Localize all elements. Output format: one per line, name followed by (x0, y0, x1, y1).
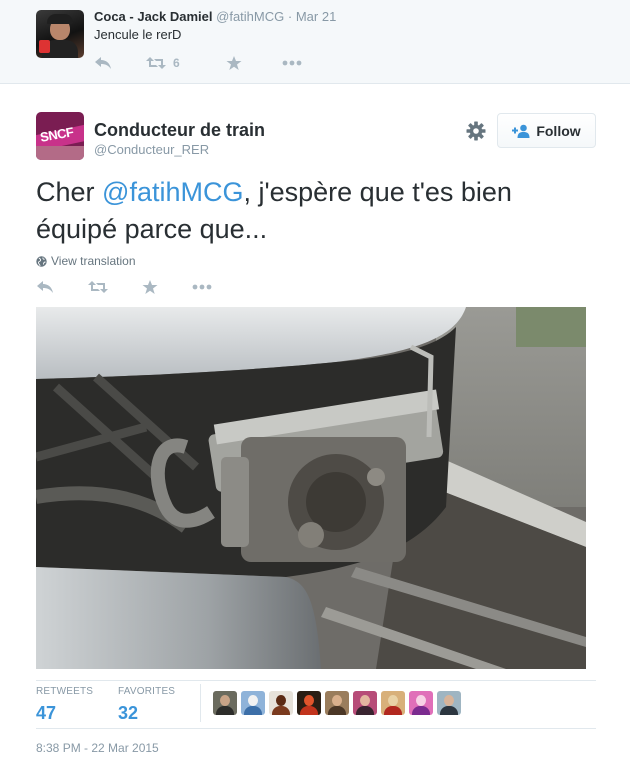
tweet-author-handle[interactable]: @Conducteur_RER (94, 142, 209, 157)
favoriter-avatar[interactable] (241, 691, 265, 715)
context-favorite-button[interactable] (226, 55, 282, 71)
more-icon (282, 60, 302, 66)
retweet-icon (146, 57, 166, 69)
gear-icon[interactable] (466, 121, 486, 141)
context-tweet-text: Jencule le rerD (94, 27, 182, 42)
favoriter-avatar[interactable] (381, 691, 405, 715)
follow-person-icon (512, 124, 530, 138)
stats-separator (200, 684, 201, 722)
stats-divider-top (36, 680, 596, 681)
favoriter-avatars (213, 691, 461, 715)
reply-icon (37, 281, 53, 293)
favorite-button[interactable] (142, 279, 192, 295)
context-reply-button[interactable] (94, 56, 146, 70)
tweet-timestamp[interactable]: 8:38 PM - 22 Mar 2015 (36, 741, 159, 755)
context-retweet-count: 6 (173, 56, 180, 70)
context-avatar[interactable] (36, 10, 84, 58)
context-header: Coca - Jack Damiel @fatihMCG · Mar 21 (94, 9, 336, 24)
retweets-stat[interactable]: RETWEETS 47 (36, 686, 93, 724)
reply-context-tweet[interactable]: Coca - Jack Damiel @fatihMCG · Mar 21 Je… (0, 0, 630, 84)
tweet-mention-link[interactable]: @fatihMCG (102, 177, 243, 207)
stats-divider-bottom (36, 728, 596, 729)
favorites-label: FAVORITES (118, 686, 176, 697)
view-translation-label: View translation (51, 254, 136, 268)
context-more-button[interactable] (282, 60, 302, 66)
more-button[interactable] (192, 284, 212, 290)
reply-button[interactable] (36, 280, 88, 294)
tweet-text-start: Cher (36, 177, 103, 207)
more-icon (192, 284, 212, 290)
retweets-label: RETWEETS (36, 686, 94, 697)
favorites-stat[interactable]: FAVORITES 32 (118, 686, 175, 724)
favoriter-avatar[interactable] (325, 691, 349, 715)
tweet-author-avatar[interactable]: SNCF (36, 112, 84, 160)
favoriter-avatar[interactable] (409, 691, 433, 715)
tweet-photo[interactable] (36, 307, 586, 669)
favoriter-avatar[interactable] (213, 691, 237, 715)
retweets-count: 47 (36, 703, 57, 723)
context-retweet-button[interactable]: 6 (146, 56, 226, 70)
tweet-text: Cher @fatihMCG, j'espère que t'es bien é… (36, 174, 596, 248)
context-actions: 6 (94, 55, 302, 71)
globe-icon (36, 255, 47, 267)
favoriter-avatar[interactable] (269, 691, 293, 715)
retweet-button[interactable] (88, 280, 142, 294)
reply-icon (95, 57, 111, 69)
follow-button-label: Follow (536, 122, 581, 139)
follow-button[interactable]: Follow (497, 113, 596, 148)
retweet-icon (88, 281, 108, 293)
context-user-name[interactable]: Coca - Jack Damiel (94, 9, 213, 24)
favoriter-avatar[interactable] (353, 691, 377, 715)
context-date[interactable]: Mar 21 (296, 9, 336, 24)
favoriter-avatar[interactable] (297, 691, 321, 715)
favorites-count: 32 (118, 703, 139, 723)
tweet-actions (36, 279, 212, 295)
view-translation-link[interactable]: View translation (36, 254, 136, 268)
tweet-author-name[interactable]: Conducteur de train (94, 120, 265, 141)
favorite-icon (226, 55, 242, 70)
favoriter-avatar[interactable] (437, 691, 461, 715)
context-user-handle[interactable]: @fatihMCG (216, 9, 284, 24)
context-separator: · (287, 9, 293, 24)
favorite-icon (142, 279, 158, 294)
